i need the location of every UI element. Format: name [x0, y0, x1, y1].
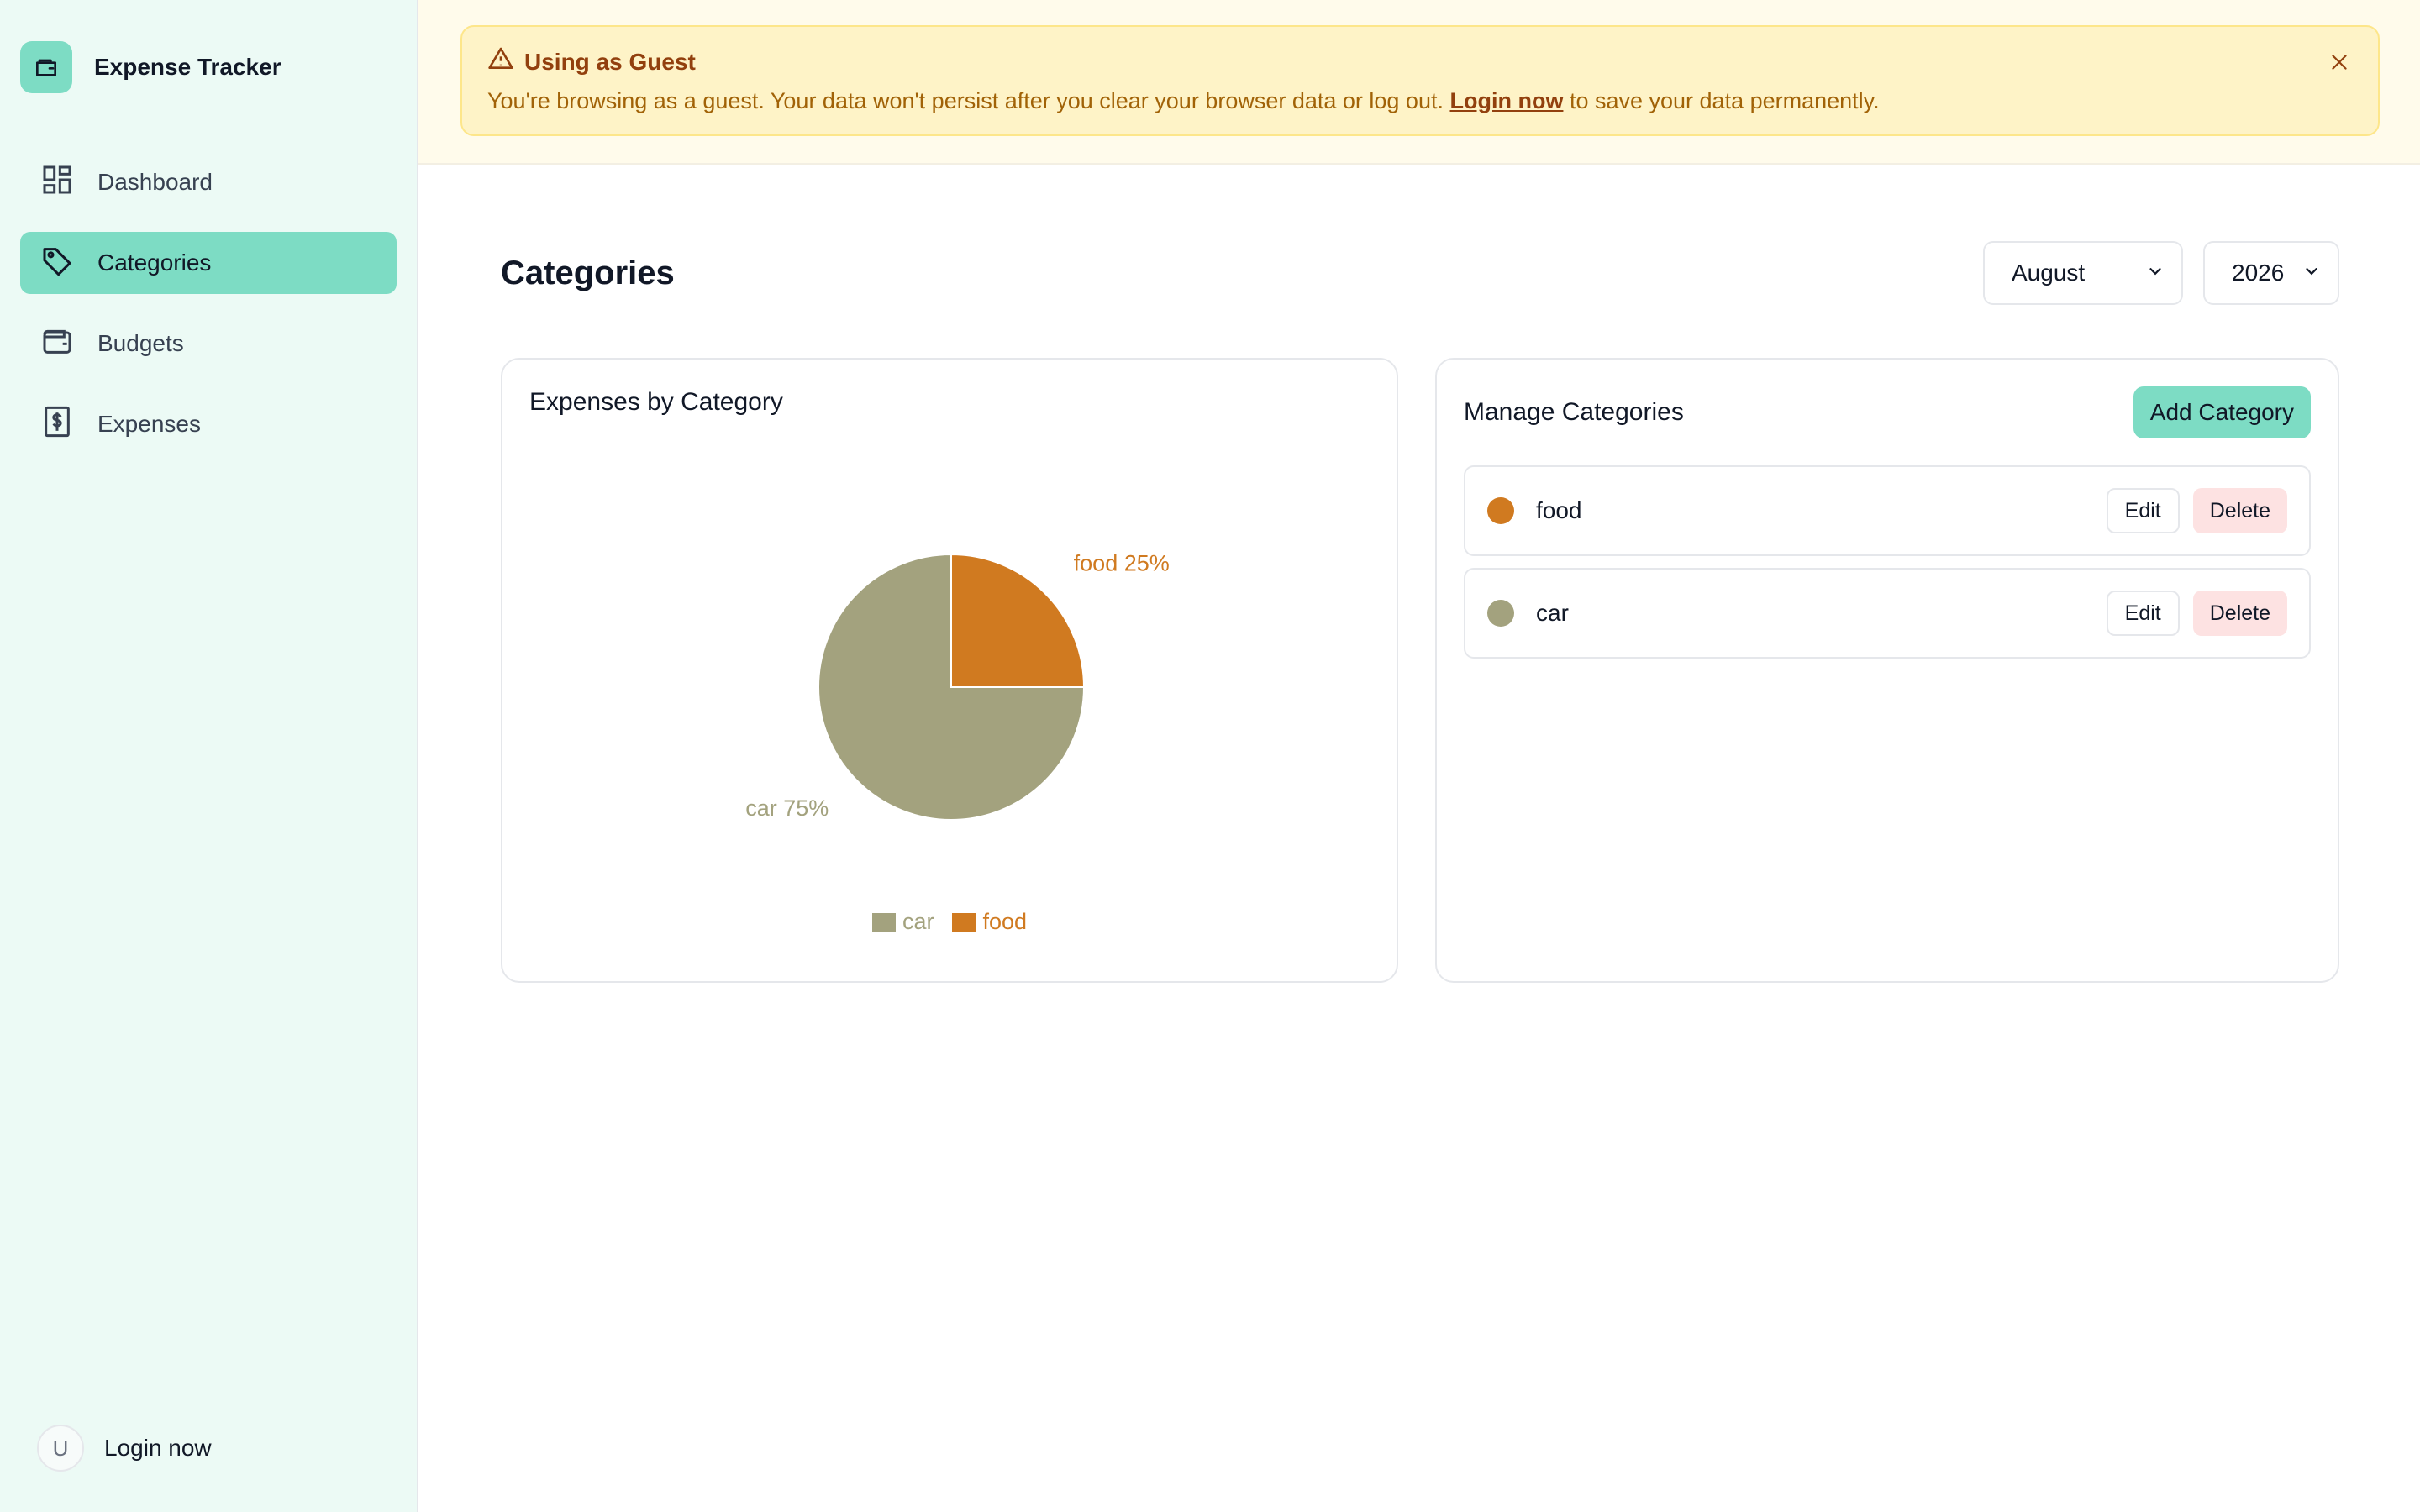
guest-banner: Using as Guest You're browsing as a gues… — [460, 25, 2380, 136]
banner-text-before: You're browsing as a guest. Your data wo… — [487, 88, 1450, 113]
category-list: food Edit Delete car Edit Delete — [1464, 465, 2311, 659]
expenses-chart-card: Expenses by Category food 25% car 75% car… — [501, 358, 1398, 983]
sidebar-nav: Dashboard Categories Budgets Expenses — [20, 151, 397, 455]
banner-text-after: to save your data permanently. — [1563, 88, 1880, 113]
period-selectors: August 2026 — [1983, 241, 2339, 305]
delete-category-button[interactable]: Delete — [2192, 591, 2287, 636]
legend-item-food[interactable]: food — [952, 909, 1027, 935]
pie-chart: food 25% car 75% — [745, 550, 1170, 821]
sidebar-item-label: Categories — [97, 249, 212, 276]
page-header: Categories August 2026 — [501, 165, 2339, 358]
manage-header: Manage Categories Add Category — [1464, 386, 2311, 438]
chevron-down-icon — [2302, 260, 2321, 286]
add-category-button[interactable]: Add Category — [2133, 386, 2311, 438]
edit-category-button[interactable]: Edit — [2106, 591, 2180, 636]
warning-triangle-icon — [487, 45, 524, 78]
close-icon — [2328, 51, 2350, 77]
banner-title: Using as Guest — [487, 45, 2353, 78]
banner-title-text: Using as Guest — [524, 48, 696, 75]
legend-swatch — [952, 912, 976, 932]
banner-message: You're browsing as a guest. Your data wo… — [487, 88, 2353, 114]
month-select[interactable]: August — [1983, 241, 2183, 305]
manage-card-title: Manage Categories — [1464, 398, 1684, 426]
legend-item-car[interactable]: car — [871, 909, 934, 935]
tag-icon — [40, 244, 74, 283]
wallet-icon — [40, 324, 74, 364]
legend-swatch — [871, 912, 896, 932]
pie-label-car: car 75% — [745, 795, 829, 821]
category-color-dot — [1487, 497, 1514, 524]
cards-row: Expenses by Category food 25% car 75% car… — [501, 358, 2339, 983]
legend-label: car — [902, 909, 934, 934]
sidebar-item-expenses[interactable]: Expenses — [20, 393, 397, 455]
year-select[interactable]: 2026 — [2203, 241, 2339, 305]
sidebar-item-label: Expenses — [97, 411, 201, 437]
dashboard-grid-icon — [40, 163, 74, 202]
avatar: U — [37, 1425, 84, 1472]
category-row-food: food Edit Delete — [1464, 465, 2311, 556]
month-select-value: August — [2012, 260, 2086, 286]
chart-legend: car food — [502, 909, 1397, 935]
pie-label-food: food 25% — [1074, 550, 1170, 575]
delete-category-button[interactable]: Delete — [2192, 488, 2287, 533]
banner-container: Using as Guest You're browsing as a gues… — [418, 0, 2420, 165]
user-login-label: Login now — [104, 1435, 212, 1461]
sidebar-item-label: Budgets — [97, 330, 184, 356]
app-root: Expense Tracker Dashboard Categories Bud… — [0, 0, 2420, 1512]
sidebar-item-dashboard[interactable]: Dashboard — [20, 151, 397, 213]
chevron-down-icon — [2146, 260, 2165, 286]
pie-slice-food[interactable] — [950, 553, 1086, 688]
manage-categories-card: Manage Categories Add Category food Edit… — [1435, 358, 2339, 983]
user-login[interactable]: U Login now — [37, 1425, 212, 1472]
brand[interactable]: Expense Tracker — [20, 0, 397, 134]
receipt-dollar-icon — [40, 405, 74, 444]
sidebar-item-budgets[interactable]: Budgets — [20, 312, 397, 375]
category-name: food — [1536, 497, 1582, 523]
edit-category-button[interactable]: Edit — [2106, 488, 2180, 533]
sidebar-item-categories[interactable]: Categories — [20, 232, 397, 294]
app-title: Expense Tracker — [94, 54, 281, 80]
content: Categories August 2026 Expenses by Categ… — [418, 165, 2420, 983]
banner-login-link[interactable]: Login now — [1449, 88, 1563, 113]
category-name: car — [1536, 600, 1569, 626]
wallet-logo-icon — [20, 41, 72, 93]
category-row-car: car Edit Delete — [1464, 568, 2311, 659]
legend-label: food — [982, 909, 1028, 934]
sidebar: Expense Tracker Dashboard Categories Bud… — [0, 0, 418, 1512]
year-select-value: 2026 — [2232, 260, 2285, 286]
category-color-dot — [1487, 600, 1514, 627]
sidebar-item-label: Dashboard — [97, 169, 213, 195]
page-title: Categories — [501, 254, 675, 291]
main-area: Using as Guest You're browsing as a gues… — [418, 0, 2420, 1512]
close-banner-button[interactable] — [2324, 49, 2354, 79]
